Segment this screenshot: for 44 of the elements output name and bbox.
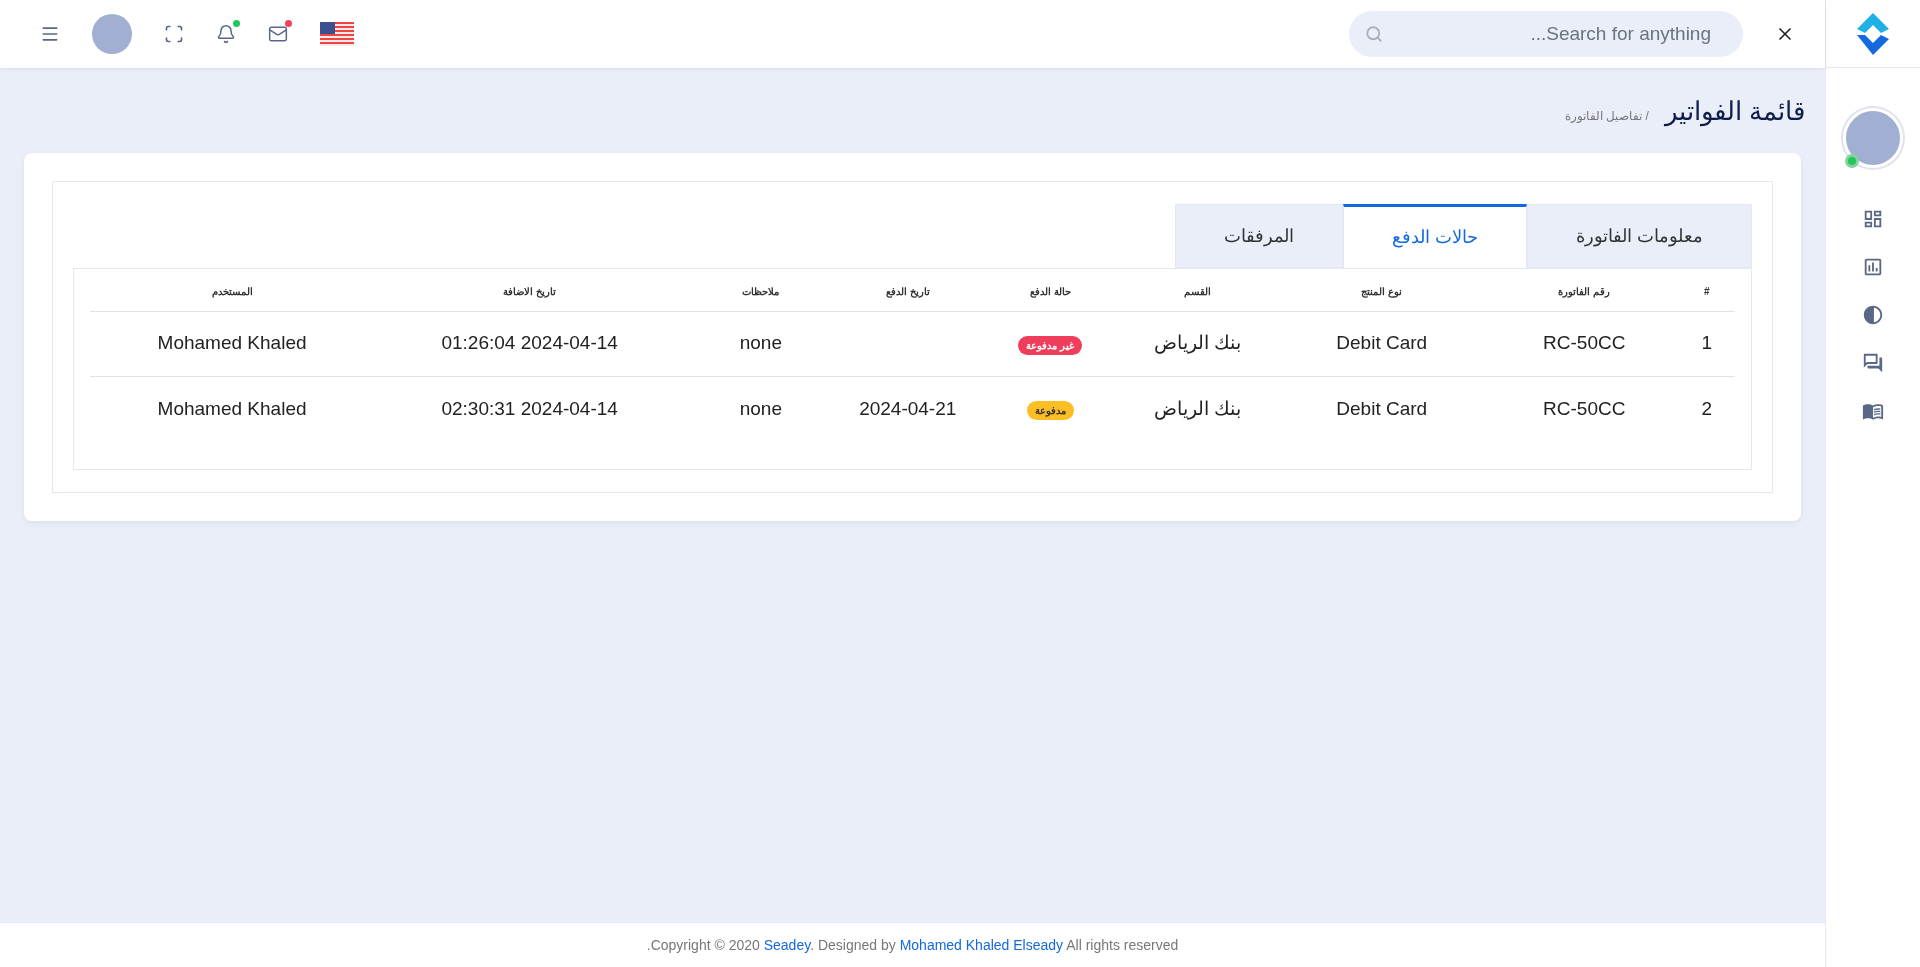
footer-link[interactable]: Mohamed Khaled Elseady: [899, 936, 1064, 953]
table-cell: 02:30:31 2024-04-14: [441, 397, 618, 419]
breadcrumb[interactable]: / تفاصيل الفاتورة: [1564, 107, 1649, 125]
tab[interactable]: حالات الدفع: [1342, 204, 1527, 268]
table-cell: 01:26:04 2024-04-14: [441, 332, 618, 354]
status-badge: غير مدفوعة: [1018, 335, 1083, 355]
column-header: رقم الفاتورة: [1558, 285, 1611, 297]
column-header: المستخدم: [211, 285, 253, 297]
table-cell: 2024-04-21: [859, 397, 957, 419]
status-badge: مدفوعة: [1026, 400, 1074, 420]
table-cell: Debit Card: [1336, 397, 1428, 419]
table-cell: Debit Card: [1336, 332, 1428, 354]
table-cell: 2: [1701, 397, 1713, 419]
table-cell: بنك الرياض: [1153, 332, 1242, 354]
dashboard-icon[interactable]: [1862, 208, 1884, 230]
bar-chart-icon[interactable]: [1862, 256, 1884, 278]
mail-icon[interactable]: [268, 24, 288, 44]
tab[interactable]: المرفقات: [1174, 204, 1343, 268]
column-header: تاريخ الاضافة: [503, 285, 557, 297]
contrast-icon[interactable]: [1862, 304, 1884, 326]
table-cell: بنك الرياض: [1153, 397, 1242, 419]
column-header: ملاحظات: [742, 285, 780, 297]
table-cell: RC-50CC: [1543, 397, 1626, 419]
column-header: #: [1704, 285, 1710, 297]
column-header: القسم: [1183, 285, 1211, 297]
table-cell: RC-50CC: [1543, 332, 1626, 354]
column-header: حالة الدفع: [1029, 285, 1071, 297]
table-cell: Mohamed Khaled: [157, 332, 307, 354]
table-cell: none: [739, 397, 782, 419]
search-field[interactable]: ...Search for anything: [1349, 11, 1743, 57]
chat-icon[interactable]: [1862, 352, 1884, 374]
flag-icon[interactable]: [320, 22, 354, 46]
copyright-text: .Copyright © 2020 Seadey. Designed by Mohamed Khaled Elseady All rights reserved: [646, 935, 1179, 955]
bell-icon[interactable]: [216, 24, 236, 44]
fullscreen-icon[interactable]: [164, 24, 184, 44]
table-cell: Mohamed Khaled: [157, 397, 307, 419]
tab[interactable]: معلومات الفاتورة: [1527, 204, 1752, 268]
column-header: تاريخ الدفع: [885, 285, 930, 297]
search-icon: [1365, 25, 1383, 43]
page-title: قائمة الفواتير: [1664, 95, 1805, 129]
table-cell: 1: [1701, 332, 1713, 354]
column-header: نوع المنتج: [1361, 285, 1403, 297]
menu-icon[interactable]: [40, 24, 60, 44]
table-cell: none: [739, 332, 782, 354]
